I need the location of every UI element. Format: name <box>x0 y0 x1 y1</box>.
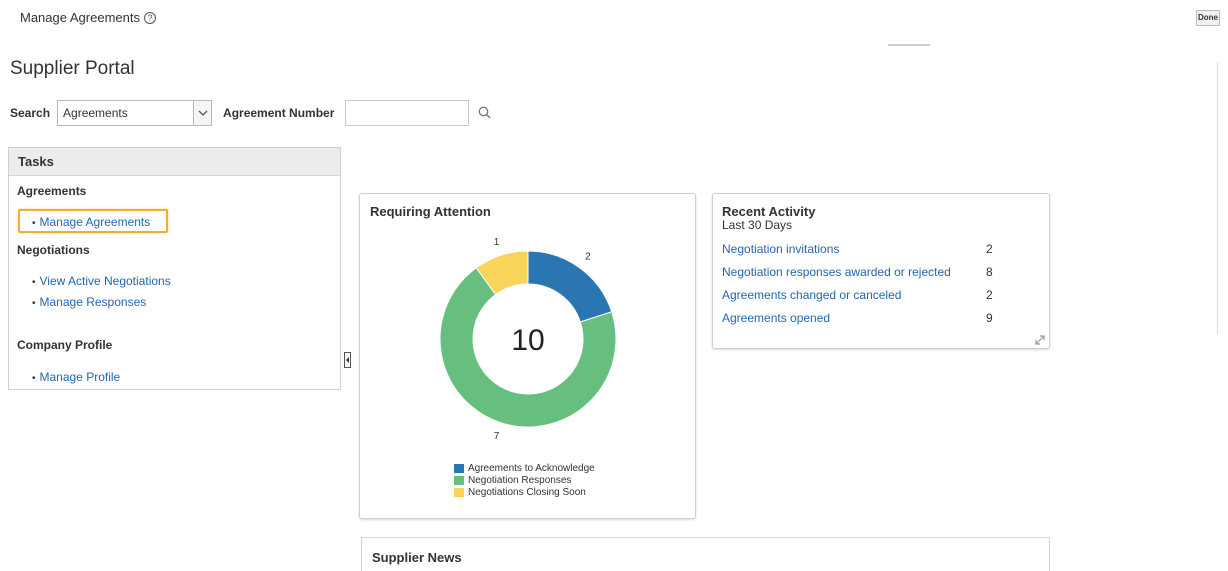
activity-count: 2 <box>986 288 993 302</box>
legend-item: Negotiations Closing Soon <box>454 486 595 498</box>
activity-row: Negotiation invitations 2 <box>722 242 993 256</box>
task-link-manage-responses[interactable]: • Manage Responses <box>32 295 146 309</box>
task-link-label: Manage Profile <box>39 370 121 384</box>
help-icon[interactable]: ? <box>143 12 156 24</box>
activity-row: Negotiation responses awarded or rejecte… <box>722 265 993 279</box>
done-button[interactable]: Done <box>1196 10 1220 26</box>
activity-link[interactable]: Negotiation invitations <box>722 242 839 256</box>
task-section-negotiations: Negotiations <box>17 243 90 257</box>
donut-slice-value-label: 2 <box>585 251 591 262</box>
legend-swatch <box>454 475 464 485</box>
search-bar: Search Agreements Agreement Number <box>10 100 493 126</box>
legend-swatch <box>454 487 464 497</box>
search-label: Search <box>10 106 51 120</box>
legend-item: Agreements to Acknowledge <box>454 462 595 474</box>
agreement-number-input[interactable] <box>345 100 470 126</box>
activity-row: Agreements changed or canceled 2 <box>722 288 993 302</box>
donut-legend: Agreements to Acknowledge Negotiation Re… <box>454 462 595 498</box>
bullet-icon: • <box>32 277 36 288</box>
recent-activity-title: Recent Activity <box>722 204 816 219</box>
task-link-label: Manage Agreements <box>39 215 151 229</box>
activity-link[interactable]: Negotiation responses awarded or rejecte… <box>722 265 951 279</box>
bullet-icon: • <box>32 298 36 309</box>
donut-slice-value-label: 7 <box>494 431 500 442</box>
tasks-header: Tasks <box>9 148 340 176</box>
search-icon[interactable] <box>477 105 493 121</box>
task-section-company-profile: Company Profile <box>17 338 113 352</box>
requiring-attention-card: Requiring Attention 2 7 1 10 Agreements to … <box>359 193 696 519</box>
activity-count: 2 <box>986 242 993 256</box>
activity-link[interactable]: Agreements changed or canceled <box>722 288 901 302</box>
bullet-icon: • <box>32 218 36 229</box>
activity-row: Agreements opened 9 <box>722 311 993 325</box>
legend-swatch <box>454 463 464 473</box>
header-divider <box>888 44 930 46</box>
activity-count: 8 <box>986 265 993 279</box>
bullet-icon: • <box>32 373 36 384</box>
supplier-news-title: Supplier News <box>372 550 462 565</box>
expand-icon[interactable] <box>1035 334 1045 345</box>
search-type-select[interactable]: Agreements <box>57 100 213 126</box>
donut-slice[interactable] <box>527 250 613 323</box>
tasks-panel: Tasks Agreements • Manage Agreements Nego… <box>8 147 341 390</box>
donut-total-label: 10 <box>511 324 544 357</box>
task-link-label: Manage Responses <box>39 295 147 309</box>
task-link-view-active-negotiations[interactable]: • View Active Negotiations <box>32 274 171 288</box>
page-title: Supplier Portal <box>10 58 135 79</box>
recent-activity-subtitle: Last 30 Days <box>722 218 793 232</box>
legend-label: Agreements to Acknowledge <box>468 462 595 474</box>
task-link-manage-agreements[interactable]: • Manage Agreements <box>32 215 150 229</box>
agreement-number-label: Agreement Number <box>223 106 335 120</box>
task-link-manage-profile[interactable]: • Manage Profile <box>32 370 120 384</box>
legend-label: Negotiation Responses <box>468 474 572 486</box>
legend-label: Negotiations Closing Soon <box>468 486 586 498</box>
search-type-value: Agreements <box>63 106 128 120</box>
chevron-down-icon[interactable] <box>193 101 212 125</box>
activity-count: 9 <box>986 311 993 325</box>
donut-slice-value-label: 1 <box>494 237 500 248</box>
panel-collapse-handle[interactable] <box>344 352 351 368</box>
task-link-label: View Active Negotiations <box>39 274 171 288</box>
task-section-agreements: Agreements <box>17 184 87 198</box>
supplier-news-card: Supplier News <box>361 537 1050 571</box>
activity-link[interactable]: Agreements opened <box>722 311 830 325</box>
right-edge-divider <box>1217 62 1218 334</box>
page-header-title: Manage Agreements? <box>20 10 156 25</box>
recent-activity-card: Recent Activity Last 30 Days Negotiation… <box>712 193 1050 349</box>
legend-item: Negotiation Responses <box>454 474 595 486</box>
header-title-text: Manage Agreements <box>20 10 140 25</box>
